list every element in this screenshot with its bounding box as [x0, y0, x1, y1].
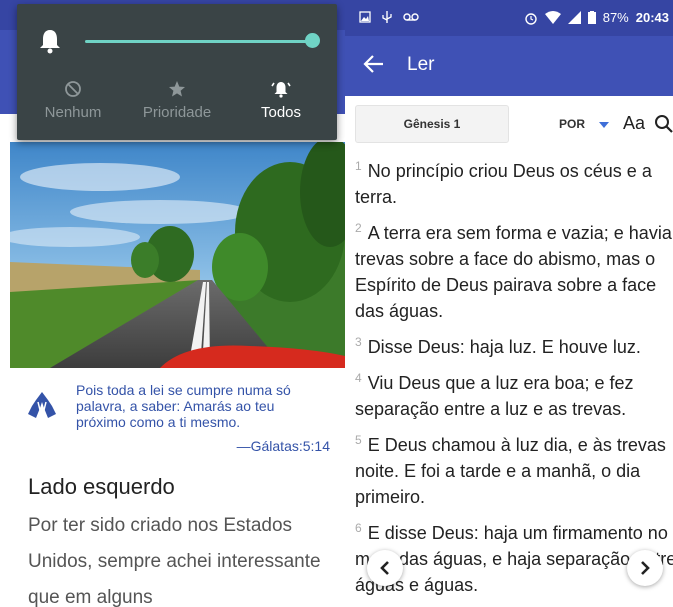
bell-ringing-icon — [271, 82, 291, 98]
block-icon — [65, 81, 81, 97]
mode-none-button[interactable]: Nenhum — [23, 78, 123, 121]
sound-quick-panel: Nenhum Prioridade Todos — [17, 4, 337, 140]
language-selector[interactable]: POR — [559, 117, 585, 131]
bible-text: 1 No princípio criou Deus os céus e a ter… — [355, 158, 673, 607]
status-bar: 87% 20:43 — [345, 0, 673, 36]
mode-priority-label: Prioridade — [142, 104, 212, 121]
chevron-down-icon[interactable] — [599, 122, 609, 128]
app-bar: Ler — [345, 36, 673, 96]
verse-content: Viu Deus que a luz era boa; e fez separa… — [355, 373, 634, 419]
verse-item[interactable]: 3 Disse Deus: haja luz. E houve luz. — [355, 334, 673, 360]
verse-text: Pois toda a lei se cumpre numa só palavr… — [76, 382, 291, 430]
article-title: Lado esquerdo — [28, 474, 175, 499]
reader-toolbar: Gênesis 1 POR Aa — [345, 100, 673, 148]
chevron-left-icon — [380, 561, 389, 575]
verse-number: 3 — [355, 335, 362, 349]
mode-priority-button[interactable]: Prioridade — [127, 78, 227, 121]
next-chapter-button[interactable] — [627, 550, 663, 586]
volume-slider-thumb[interactable] — [305, 33, 320, 48]
verse-content: Disse Deus: haja luz. E houve luz. — [367, 337, 641, 357]
book-chapter-selector[interactable]: Gênesis 1 — [355, 105, 509, 143]
voicemail-icon — [403, 13, 419, 21]
search-icon[interactable] — [654, 114, 673, 134]
usb-icon — [382, 11, 392, 23]
mode-all-label: Todos — [260, 104, 302, 121]
clock: 20:43 — [635, 10, 669, 25]
verse-number: 5 — [355, 433, 362, 447]
alarm-icon — [525, 12, 537, 25]
verse-number: 1 — [355, 159, 362, 173]
mode-none-label: Nenhum — [44, 104, 102, 121]
battery-icon — [587, 11, 596, 24]
volume-slider-track[interactable] — [85, 40, 313, 43]
verse-item[interactable]: 2A terra era sem forma e vazia; e havia … — [355, 220, 673, 324]
verse-content: E Deus chamou à luz dia, e às trevas noi… — [355, 435, 666, 507]
mode-all-button[interactable]: Todos — [231, 78, 331, 121]
back-arrow-icon[interactable] — [361, 51, 387, 77]
verse-content: No princípio criou Deus os céus e a terr… — [355, 161, 652, 207]
wifi-icon — [544, 11, 561, 24]
image-icon — [359, 11, 371, 23]
battery-level: 87% — [602, 10, 629, 25]
verse-content: A terra era sem forma e vazia; e havia t… — [355, 223, 672, 321]
font-size-button[interactable]: Aa — [623, 113, 645, 134]
verse-item[interactable]: 1 No princípio criou Deus os céus e a ter… — [355, 158, 673, 210]
signal-icon — [567, 11, 581, 24]
road-photo — [10, 142, 345, 368]
verse-number: 6 — [355, 521, 362, 535]
previous-chapter-button[interactable] — [367, 550, 403, 586]
verse-item[interactable]: 4 Viu Deus que a luz era boa; e fez separ… — [355, 370, 673, 422]
bell-icon — [40, 30, 60, 54]
right-screen: 87% 20:43 Ler Gênesis 1 POR Aa 1 No princ… — [345, 0, 673, 607]
verse-content: E disse Deus: haja um firmamento no meio… — [355, 523, 673, 595]
verse-number: 4 — [355, 371, 362, 385]
star-icon — [169, 81, 185, 97]
page-title: Ler — [407, 54, 435, 75]
article-body: Por ter sido criado nos Estados Unidos, … — [28, 515, 321, 607]
verse-item[interactable]: 5E Deus chamou à luz dia, e às trevas no… — [355, 432, 673, 510]
verse-number: 2 — [355, 221, 362, 235]
praying-hands-icon — [28, 392, 56, 418]
left-screen: Pois toda a lei se cumpre numa só palavr… — [0, 0, 345, 607]
verse-item[interactable]: 6E disse Deus: haja um firmamento no mei… — [355, 520, 673, 598]
verse-reference: —Gálatas:5:14 — [236, 438, 330, 454]
chevron-right-icon — [641, 561, 650, 575]
